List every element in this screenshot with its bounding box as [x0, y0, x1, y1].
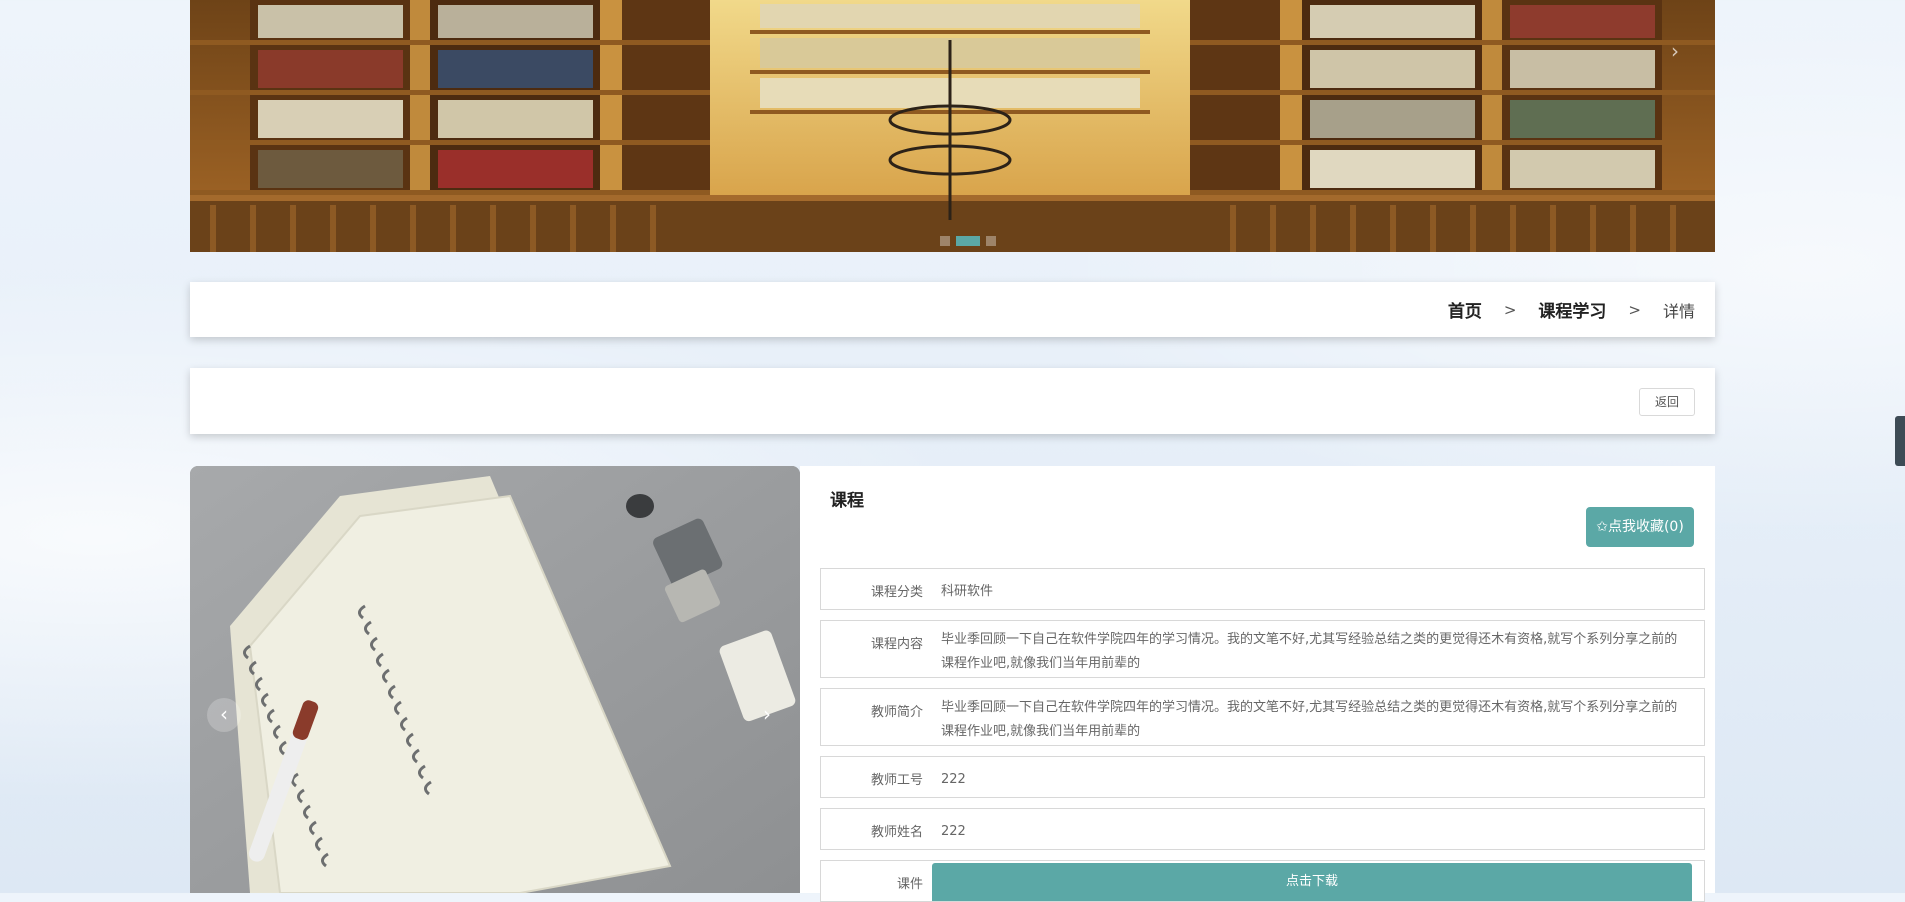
- breadcrumb-section-link[interactable]: 课程学习: [1538, 297, 1606, 322]
- breadcrumb-bar: 首页 > 课程学习 > 详情: [190, 282, 1715, 337]
- field-row-teacher-name: 教师姓名 222: [820, 808, 1705, 850]
- breadcrumb-current: 详情: [1662, 301, 1695, 321]
- field-label: 教师工号: [870, 773, 923, 788]
- field-value: 222: [941, 772, 966, 787]
- course-image-gallery: ‹ ›: [190, 466, 800, 893]
- download-button[interactable]: 点击下载: [932, 863, 1692, 901]
- field-value: 222: [941, 824, 966, 839]
- breadcrumb-separator: >: [1503, 300, 1517, 319]
- field-label: 教师简介: [870, 705, 923, 720]
- field-row-teacher-id: 教师工号 222: [820, 756, 1705, 798]
- field-value: 毕业季回顾一下自己在软件学院四年的学习情况。我的文笔不好,尤其写经验总结之类的更…: [941, 700, 1678, 739]
- banner-library-image: [190, 0, 1715, 252]
- favorite-button[interactable]: ✩点我收藏(0): [1586, 507, 1694, 547]
- gallery-prev-arrow-icon[interactable]: ‹: [207, 698, 241, 732]
- notebook-photo: [190, 466, 800, 893]
- banner-indicators: [940, 236, 996, 246]
- banner-indicator-2[interactable]: [956, 236, 980, 246]
- field-value: 毕业季回顾一下自己在软件学院四年的学习情况。我的文笔不好,尤其写经验总结之类的更…: [941, 632, 1678, 671]
- field-row-content: 课程内容 毕业季回顾一下自己在软件学院四年的学习情况。我的文笔不好,尤其写经验总…: [820, 620, 1705, 678]
- course-detail-panel: 课程 ✩点我收藏(0) 课程分类 科研软件 课程内容 毕业季回顾一下自己在软件学…: [800, 466, 1715, 902]
- field-label: 课件: [896, 877, 923, 892]
- breadcrumb: 首页 > 课程学习 > 详情: [1448, 282, 1695, 337]
- action-bar: 返回: [190, 368, 1715, 434]
- field-row-courseware: 课件 点击下载: [820, 860, 1705, 902]
- side-drawer-handle[interactable]: [1895, 416, 1905, 466]
- field-label: 教师姓名: [870, 825, 923, 840]
- breadcrumb-separator: >: [1628, 300, 1641, 319]
- back-button[interactable]: 返回: [1639, 388, 1695, 416]
- gallery-next-arrow-icon[interactable]: ›: [750, 698, 784, 732]
- field-label: 课程内容: [870, 637, 923, 652]
- breadcrumb-home-link[interactable]: 首页: [1448, 297, 1482, 322]
- field-value: 科研软件: [941, 584, 994, 599]
- course-title: 课程: [830, 491, 864, 511]
- field-label: 课程分类: [870, 585, 923, 600]
- field-row-teacher-intro: 教师简介 毕业季回顾一下自己在软件学院四年的学习情况。我的文笔不好,尤其写经验总…: [820, 688, 1705, 746]
- banner-indicator-3[interactable]: [986, 236, 996, 246]
- banner-indicator-1[interactable]: [940, 236, 950, 246]
- field-row-category: 课程分类 科研软件: [820, 568, 1705, 610]
- banner-next-arrow-icon[interactable]: ›: [1665, 38, 1685, 64]
- banner-carousel: ›: [190, 0, 1715, 252]
